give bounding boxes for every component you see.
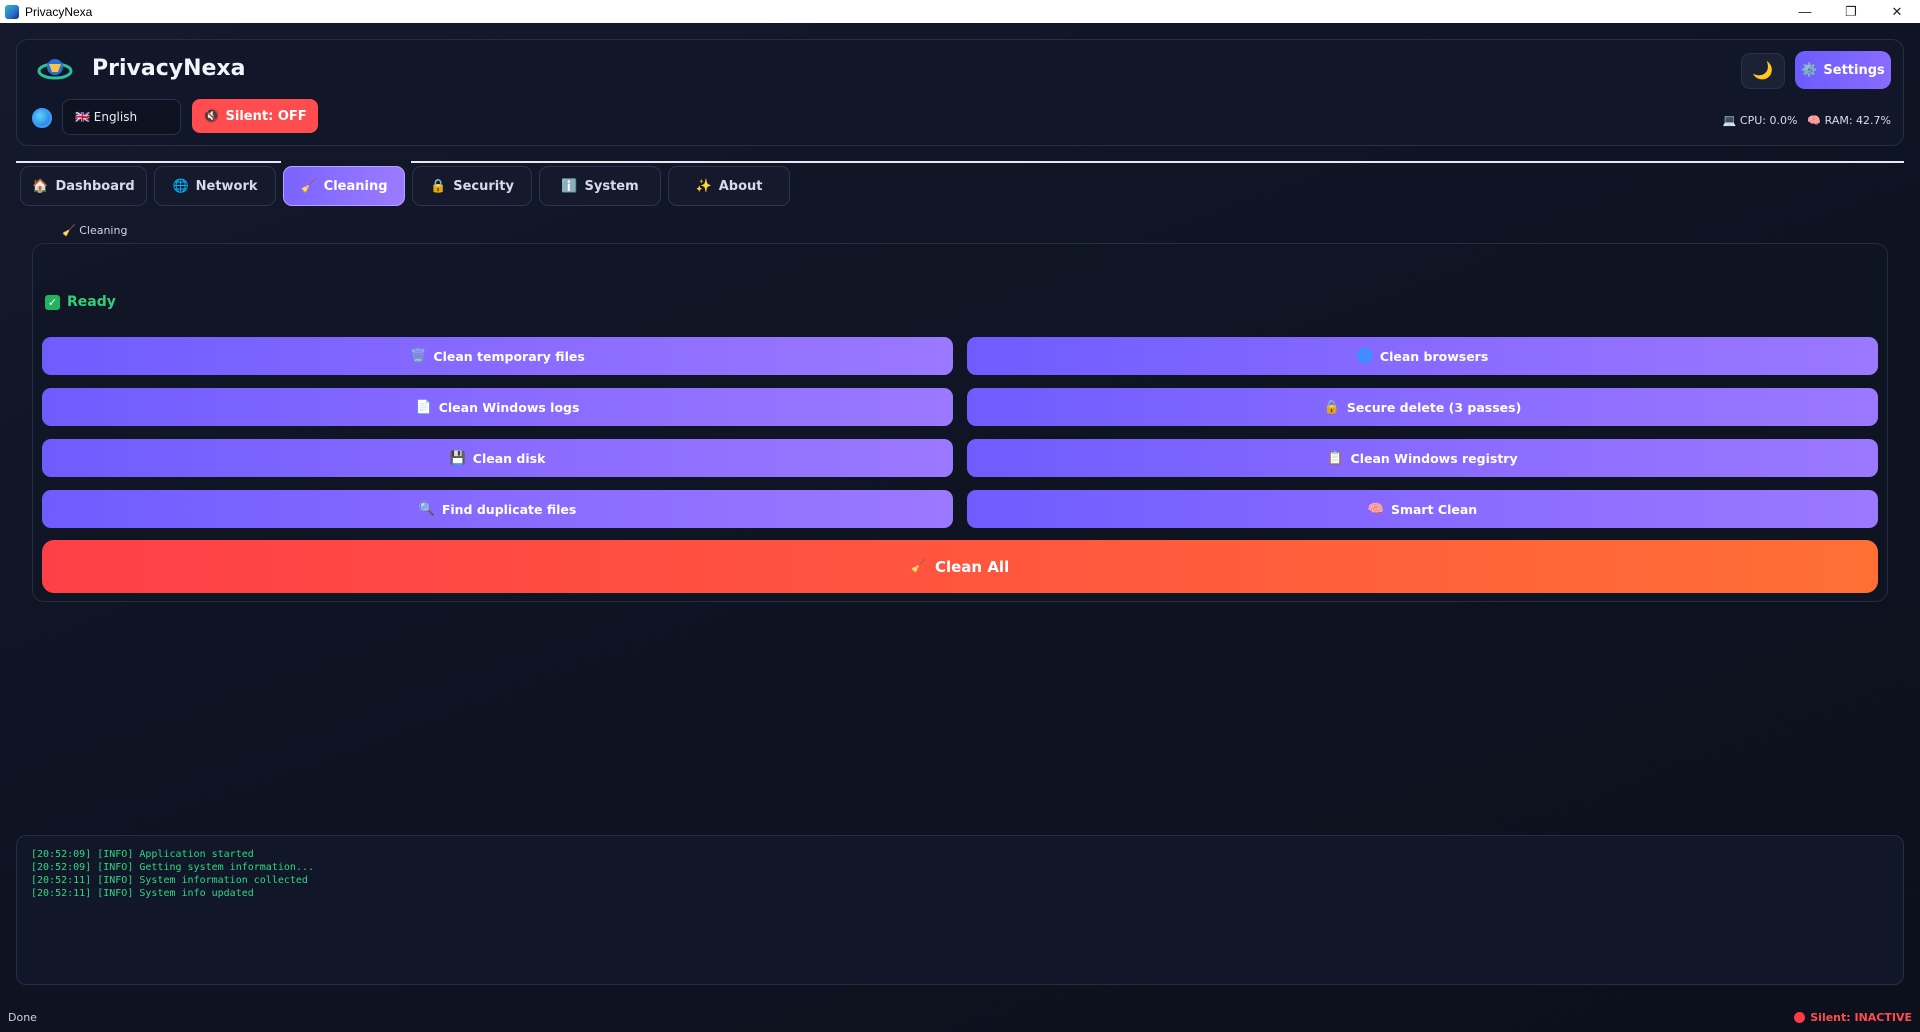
tab-divider-gap	[281, 159, 411, 165]
find-duplicates-button[interactable]: 🔍 Find duplicate files	[42, 490, 953, 528]
cleaning-panel: ✓ Ready 🗑️ Clean temporary files 🌐 Clean…	[32, 243, 1888, 602]
clean-windows-logs-button[interactable]: 📄 Clean Windows logs	[42, 388, 953, 426]
section-title-label: Cleaning	[79, 224, 128, 237]
broom-icon: 🧹	[910, 559, 927, 574]
broom-icon: 🧹	[62, 224, 76, 237]
silent-mode-label: Silent: OFF	[225, 108, 307, 124]
section-title: 🧹 Cleaning	[62, 224, 127, 237]
tab-system[interactable]: ℹ️ System	[539, 166, 661, 206]
silent-status: Silent: INACTIVE	[1794, 1011, 1912, 1024]
app-main: PrivacyNexa 🇬🇧 English 🔇 Silent: OFF 🌙 ⚙…	[0, 23, 1920, 1032]
action-label: Clean temporary files	[433, 348, 585, 364]
clean-registry-button[interactable]: 📋 Clean Windows registry	[967, 439, 1878, 477]
clean-disk-button[interactable]: 💾 Clean disk	[42, 439, 953, 477]
clean-all-button[interactable]: 🧹 Clean All	[42, 540, 1878, 593]
language-select[interactable]: 🇬🇧 English	[62, 99, 181, 135]
log-line: [20:52:09] [INFO] Application started	[31, 849, 254, 860]
tab-label: Dashboard	[55, 178, 135, 194]
document-icon: 📄	[415, 399, 432, 415]
tab-cleaning[interactable]: 🧹 Cleaning	[283, 166, 405, 206]
tab-label: Network	[195, 178, 258, 194]
action-label: Smart Clean	[1390, 501, 1478, 517]
minimize-button[interactable]: —	[1782, 0, 1828, 23]
magnifier-icon: 🔍	[418, 501, 435, 517]
globe-icon: 🌐	[1356, 348, 1373, 364]
computer-icon: 💻	[1722, 114, 1737, 127]
smart-clean-button[interactable]: 🧠 Smart Clean	[967, 490, 1878, 528]
lock-icon: 🔒	[1323, 399, 1340, 415]
status-bar: Done Silent: INACTIVE	[0, 1003, 1920, 1032]
action-label: Clean disk	[472, 450, 546, 466]
log-line: [20:52:09] [INFO] Getting system informa…	[31, 862, 314, 873]
cpu-stat: 💻 CPU: 0.0%	[1723, 114, 1798, 127]
clipboard-icon: 📋	[1327, 450, 1344, 466]
silent-mode-button[interactable]: 🔇 Silent: OFF	[192, 99, 318, 133]
app-window-icon	[5, 4, 19, 19]
window-controls: — ❐ ✕	[1782, 0, 1920, 23]
globe-icon: 🌐	[172, 178, 189, 194]
tab-network[interactable]: 🌐 Network	[154, 166, 276, 206]
tab-bar: 🏠 Dashboard 🌐 Network 🧹 Cleaning 🔒 Secur…	[20, 166, 790, 206]
window-titlebar: PrivacyNexa — ❐ ✕	[0, 0, 1920, 23]
app-logo-icon	[37, 59, 73, 80]
broom-icon: 🧹	[300, 178, 317, 194]
status-text: Ready	[67, 294, 116, 310]
ram-stat: 🧠 RAM: 42.7%	[1807, 114, 1891, 127]
log-line: [20:52:11] [INFO] System info updated	[31, 888, 254, 899]
red-circle-icon	[1794, 1012, 1806, 1023]
system-stats: 💻 CPU: 0.0% 🧠 RAM: 42.7%	[1723, 114, 1891, 127]
trash-icon: 🗑️	[410, 348, 427, 364]
silent-status-text: Silent: INACTIVE	[1810, 1011, 1912, 1024]
floppy-disk-icon: 💾	[449, 450, 466, 466]
clean-all-label: Clean All	[934, 557, 1010, 576]
close-button[interactable]: ✕	[1874, 0, 1920, 23]
window-title: PrivacyNexa	[25, 4, 93, 19]
moon-icon: 🌙	[1752, 61, 1774, 81]
app-title: PrivacyNexa	[92, 56, 246, 81]
action-label: Find duplicate files	[441, 501, 577, 517]
restore-button[interactable]: ❐	[1828, 0, 1874, 23]
settings-label: Settings	[1823, 62, 1885, 78]
log-console[interactable]: [20:52:09] [INFO] Application started [2…	[16, 835, 1904, 985]
brain-icon: 🧠	[1367, 501, 1384, 517]
tab-about[interactable]: ✨ About	[668, 166, 790, 206]
sparkles-icon: ✨	[695, 178, 712, 194]
action-label: Clean Windows registry	[1350, 450, 1518, 466]
tab-security[interactable]: 🔒 Security	[412, 166, 532, 206]
status-indicator: ✓ Ready	[45, 294, 116, 310]
brain-icon: 🧠	[1807, 114, 1822, 127]
info-icon: ℹ️	[561, 178, 578, 194]
ram-value: RAM: 42.7%	[1824, 114, 1891, 127]
header-card: PrivacyNexa 🇬🇧 English 🔇 Silent: OFF 🌙 ⚙…	[16, 39, 1904, 146]
check-icon: ✓	[45, 294, 60, 310]
settings-button[interactable]: ⚙️ Settings	[1795, 51, 1891, 89]
tab-label: System	[584, 178, 639, 194]
cpu-value: CPU: 0.0%	[1739, 114, 1798, 127]
secure-delete-button[interactable]: 🔒 Secure delete (3 passes)	[967, 388, 1878, 426]
action-label: Clean Windows logs	[438, 399, 580, 415]
clean-temp-files-button[interactable]: 🗑️ Clean temporary files	[42, 337, 953, 375]
tab-dashboard[interactable]: 🏠 Dashboard	[20, 166, 147, 206]
gear-icon: ⚙️	[1801, 62, 1818, 78]
tab-label: Security	[453, 178, 514, 194]
tab-label: Cleaning	[323, 178, 388, 194]
action-label: Clean browsers	[1379, 348, 1489, 364]
tab-label: About	[718, 178, 763, 194]
mute-icon: 🔇	[203, 108, 220, 124]
status-bar-text: Done	[8, 1011, 37, 1024]
clean-browsers-button[interactable]: 🌐 Clean browsers	[967, 337, 1878, 375]
action-label: Secure delete (3 passes)	[1346, 399, 1522, 415]
lock-icon: 🔒	[430, 178, 447, 194]
theme-toggle-button[interactable]: 🌙	[1741, 53, 1785, 89]
log-line: [20:52:11] [INFO] System information col…	[31, 875, 308, 886]
house-icon: 🏠	[32, 178, 49, 194]
globe-icon	[32, 108, 52, 128]
